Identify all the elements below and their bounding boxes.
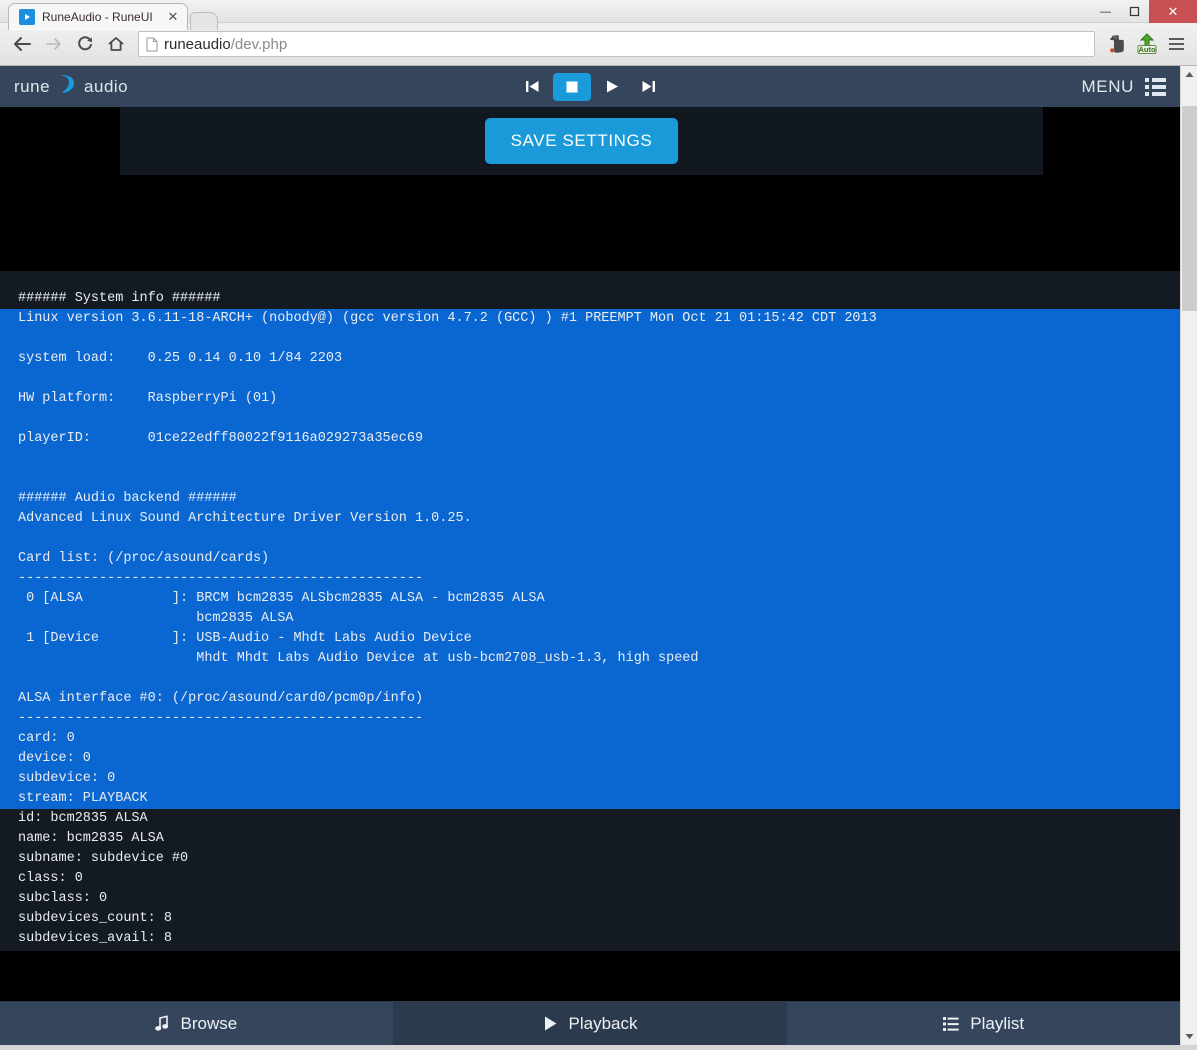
console-line: Mhdt Mhdt Labs Audio Device at usb-bcm27…: [0, 649, 1180, 669]
console-line: ###### System info ######: [18, 291, 221, 306]
bottom-nav-playlist-label: Playlist: [970, 1013, 1025, 1033]
brand-text-rune: rune: [14, 76, 51, 96]
console-line: Card list: (/proc/asound/cards): [0, 549, 1180, 569]
console-line: HW platform: RaspberryPi (01): [0, 389, 1180, 409]
settings-action-strip: SAVE SETTINGS: [120, 107, 1043, 175]
console-line: ----------------------------------------…: [0, 709, 1180, 729]
scroll-up-arrow-icon[interactable]: [1181, 66, 1197, 83]
play-triangle-icon: [543, 1015, 558, 1032]
back-arrow-icon[interactable]: [8, 30, 37, 59]
console-line: [0, 409, 1180, 429]
console-line: Advanced Linux Sound Architecture Driver…: [0, 509, 1180, 529]
bottom-nav-playback-label: Playback: [568, 1013, 638, 1033]
page-spacer: [0, 175, 1180, 271]
bottom-nav-browse-label: Browse: [180, 1013, 238, 1033]
stop-button[interactable]: [553, 72, 591, 101]
console-line: subname: subdevice #0: [18, 851, 189, 866]
menu-label: MENU: [1081, 76, 1134, 96]
list-menu-icon: [1145, 77, 1166, 96]
page-viewport: rune audio MENU SAVE SETTINGS ###### Sys…: [0, 66, 1197, 1045]
brand-text-audio: audio: [84, 76, 129, 96]
address-path: /dev.php: [230, 35, 288, 53]
console-line: 0 [ALSA ]: BRCM bcm2835 ALSbcm2835 ALSA …: [0, 589, 1180, 609]
auto-upload-icon[interactable]: Auto: [1133, 30, 1161, 58]
forward-arrow-icon[interactable]: [39, 30, 68, 59]
browser-tab-runeaudio[interactable]: RuneAudio - RuneUI ✕: [8, 3, 188, 30]
rune-glyph-icon: [56, 71, 78, 102]
browser-tab-title: RuneAudio - RuneUI: [42, 10, 153, 24]
console-line: [0, 329, 1180, 349]
browser-window: RuneAudio - RuneUI ✕ — ✕ runeaudio/dev.p…: [0, 0, 1197, 1050]
runeui-header: rune audio MENU: [0, 66, 1180, 107]
console-line: [0, 369, 1180, 389]
transport-controls: [517, 72, 663, 101]
console-line: [0, 529, 1180, 549]
play-button[interactable]: [597, 73, 627, 101]
console-line: name: bcm2835 ALSA: [18, 831, 164, 846]
playlist-lines-icon: [943, 1016, 959, 1032]
address-bar[interactable]: runeaudio/dev.php: [138, 31, 1095, 57]
new-tab-button[interactable]: [190, 12, 218, 30]
bottom-navigation: Browse Playback Playlist: [0, 1001, 1180, 1045]
console-line: ----------------------------------------…: [0, 569, 1180, 589]
browser-tabstrip: RuneAudio - RuneUI ✕: [0, 3, 218, 30]
console-line: class: 0: [18, 871, 83, 886]
console-line: card: 0: [0, 729, 1180, 749]
bottom-nav-playlist[interactable]: Playlist: [787, 1002, 1180, 1045]
console-line: ALSA interface #0: (/proc/asound/card0/p…: [0, 689, 1180, 709]
runeui-page: rune audio MENU SAVE SETTINGS ###### Sys…: [0, 66, 1180, 1045]
maximize-button[interactable]: [1120, 0, 1149, 23]
window-bottom-edge: [0, 1045, 1197, 1050]
console-line: [0, 669, 1180, 689]
scroll-down-arrow-icon[interactable]: [1181, 1028, 1197, 1045]
console-line: id: bcm2835 ALSA: [18, 811, 148, 826]
window-controls: — ✕: [1091, 0, 1197, 23]
svg-text:Auto: Auto: [1138, 45, 1155, 54]
console-line: ###### Audio backend ######: [0, 489, 1180, 509]
page-scrollbar[interactable]: [1180, 66, 1197, 1045]
console-line: playerID: 01ce22edff80022f9116a029273a35…: [0, 429, 1180, 449]
console-line: subdevices_avail: 8: [18, 931, 172, 946]
bottom-nav-playback[interactable]: Playback: [393, 1002, 788, 1045]
browser-menu-button[interactable]: [1163, 30, 1189, 58]
scrollbar-thumb[interactable]: [1182, 106, 1197, 311]
console-line: stream: PLAYBACK: [0, 789, 1180, 809]
music-note-icon: [155, 1015, 169, 1032]
console-line: [0, 449, 1180, 469]
save-settings-button[interactable]: SAVE SETTINGS: [484, 118, 679, 164]
console-line: 1 [Device ]: USB-Audio - Mhdt Labs Audio…: [0, 629, 1180, 649]
address-host: runeaudio: [164, 35, 231, 53]
close-tab-icon[interactable]: ✕: [165, 9, 181, 25]
browser-titlebar: RuneAudio - RuneUI ✕ — ✕: [0, 0, 1197, 30]
address-bar-text: runeaudio/dev.php: [164, 36, 287, 53]
console-line: subclass: 0: [18, 891, 108, 906]
home-icon[interactable]: [101, 30, 130, 59]
console-line: device: 0: [0, 749, 1180, 769]
console-line: [0, 469, 1180, 489]
console-line: system load: 0.25 0.14 0.10 1/84 2203: [0, 349, 1180, 369]
console-line: Linux version 3.6.11-18-ARCH+ (nobody@) …: [0, 309, 1180, 329]
runeui-menu-button[interactable]: MENU: [1082, 77, 1166, 97]
evernote-icon[interactable]: [1103, 30, 1131, 58]
runeaudio-logo[interactable]: rune audio: [14, 71, 128, 102]
console-line: bcm2835 ALSA: [0, 609, 1180, 629]
minimize-button[interactable]: —: [1091, 0, 1120, 23]
page-document-icon: [146, 37, 158, 52]
next-track-button[interactable]: [633, 73, 663, 101]
bottom-nav-browse[interactable]: Browse: [0, 1002, 394, 1045]
reload-icon[interactable]: [70, 30, 99, 59]
previous-track-button[interactable]: [517, 73, 547, 101]
system-info-console[interactable]: ###### System info ###### Linux version 3…: [0, 271, 1180, 951]
console-line: subdevices_count: 8: [18, 911, 172, 926]
close-window-button[interactable]: ✕: [1149, 0, 1197, 23]
console-line: subdevice: 0: [0, 769, 1180, 789]
play-favicon-icon: [19, 9, 35, 25]
